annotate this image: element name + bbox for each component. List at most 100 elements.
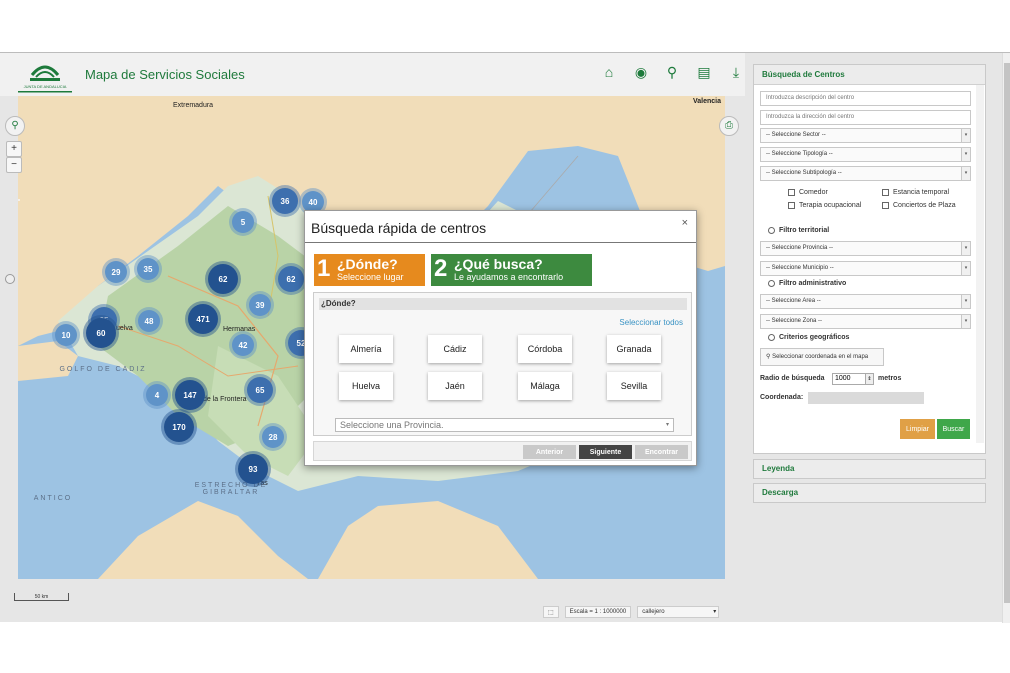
cluster-marker[interactable]: 93 (238, 454, 268, 484)
logo-text: JUNTA DE ANDALUCIA (24, 84, 67, 89)
cluster-marker[interactable]: 36 (272, 188, 298, 214)
search-icon[interactable]: ⚲ (663, 63, 681, 81)
locate-icon[interactable]: ◉ (632, 63, 650, 81)
select-tool-icon[interactable]: ⬚ (543, 606, 559, 618)
provincia-value: -- Seleccione Provincia -- (766, 245, 834, 251)
step-where[interactable]: 1 ¿Dónde? Seleccione lugar (314, 254, 425, 286)
close-icon[interactable]: × (682, 217, 688, 229)
find-button[interactable]: Encontrar (635, 445, 688, 459)
checkbox-conciertos[interactable]: Conciertos de Plaza (882, 202, 956, 209)
step-what[interactable]: 2 ¿Qué busca? Le ayudamos a encontrarlo (431, 254, 592, 286)
zoom-in-button[interactable]: + (6, 141, 22, 157)
coordinate-field[interactable] (808, 392, 924, 404)
municipio-select[interactable]: -- Seleccione Municipio -- ▾ (760, 261, 971, 276)
address-input[interactable]: Introduzca la dirección del centro (760, 110, 971, 125)
print-icon[interactable]: ⎙ (719, 116, 739, 136)
where-header: ¿Dónde? (319, 298, 687, 310)
map-search-icon[interactable]: ⚲ (5, 116, 25, 136)
description-input[interactable]: Introduzca descripción del centro (760, 91, 971, 106)
report-icon[interactable]: ▤ (695, 63, 713, 81)
home-icon[interactable]: ⌂ (600, 63, 618, 81)
search-button[interactable]: Buscar (937, 419, 970, 439)
area-value: -- Seleccione Area -- (766, 298, 821, 304)
dialog-divider (305, 242, 696, 243)
map-edge (18, 199, 20, 201)
page-scrollbar[interactable] (1002, 53, 1010, 623)
legend-accordion[interactable]: Leyenda (753, 459, 986, 479)
where-panel: ¿Dónde? Seleccionar todos Almería Cádiz … (313, 292, 692, 436)
cluster-marker[interactable]: 65 (247, 377, 273, 403)
zoom-slider-handle[interactable] (5, 274, 15, 284)
cluster-marker[interactable]: 48 (138, 310, 160, 332)
cluster-marker[interactable]: 29 (105, 261, 127, 283)
checkbox-terapia[interactable]: Terapia ocupacional (788, 202, 861, 209)
province-button[interactable]: Huelva (339, 372, 393, 400)
quick-search-dialog: Búsqueda rápida de centros × 1 ¿Dónde? S… (304, 210, 697, 466)
clear-button[interactable]: Limpiar (900, 419, 935, 439)
radio-filtro-territorial[interactable]: Filtro territorial (768, 227, 829, 234)
download-accordion[interactable]: Descarga (753, 483, 986, 503)
junta-logo: JUNTA DE ANDALUCIA (18, 65, 72, 93)
dialog-title: Búsqueda rápida de centros (311, 220, 487, 236)
cluster-marker[interactable]: 10 (55, 324, 77, 346)
subtipologia-select[interactable]: -- Seleccione Subtipología -- ▾ (760, 166, 971, 181)
province-select[interactable]: Seleccione una Provincia. ▾ (335, 418, 674, 432)
province-button[interactable]: Almería (339, 335, 393, 363)
label-frontera: de la Frontera (203, 396, 247, 403)
select-all-link[interactable]: Seleccionar todos (619, 318, 683, 327)
step-title: ¿Dónde? (337, 256, 398, 272)
chevron-down-icon: ▾ (961, 315, 970, 328)
select-coordinate-button[interactable]: ⚲ Seleccionar coordenada en el mapa (760, 348, 884, 366)
zona-select[interactable]: -- Seleccione Zona -- ▾ (760, 314, 971, 329)
radio-criterios-geograficos[interactable]: Criterios geográficos (768, 334, 849, 341)
zoom-out-button[interactable]: − (6, 157, 22, 173)
cluster-marker[interactable]: 147 (175, 380, 205, 410)
download-icon[interactable]: ⤓ (727, 63, 745, 81)
cluster-marker[interactable]: 60 (86, 318, 116, 348)
municipio-value: -- Seleccione Municipio -- (766, 265, 834, 271)
province-button[interactable]: Sevilla (607, 372, 661, 400)
province-button[interactable]: Jaén (428, 372, 482, 400)
previous-button[interactable]: Anterior (523, 445, 576, 459)
scrollbar-thumb[interactable] (1004, 63, 1010, 603)
label-huelva: uelva (116, 325, 133, 332)
select-coordinate-label: Seleccionar coordenada en el mapa (772, 354, 869, 360)
provincia-select[interactable]: -- Seleccione Provincia -- ▾ (760, 241, 971, 256)
panel-title[interactable]: Búsqueda de Centros (754, 65, 985, 85)
label-extremadura: Extremadura (173, 102, 214, 109)
cluster-marker[interactable]: 471 (188, 304, 218, 334)
cluster-marker[interactable]: 62 (208, 264, 238, 294)
step-number: 2 (434, 255, 448, 282)
checkbox-estancia[interactable]: Estancia temporal (882, 189, 949, 196)
radius-input[interactable]: 1000 ⇕ (832, 373, 874, 385)
tipologia-select[interactable]: -- Seleccione Tipología -- ▾ (760, 147, 971, 162)
cluster-marker[interactable]: 5 (232, 211, 254, 233)
cluster-marker[interactable]: 28 (262, 426, 284, 448)
panel-scrollbar[interactable] (976, 85, 984, 443)
checkbox-label: Estancia temporal (893, 189, 950, 196)
cluster-marker[interactable]: 4 (146, 384, 168, 406)
checkbox-comedor[interactable]: Comedor (788, 189, 828, 196)
next-button[interactable]: Siguiente (579, 445, 632, 459)
checkbox-label: Comedor (799, 189, 828, 196)
checkbox-label: Conciertos de Plaza (893, 202, 956, 209)
province-button[interactable]: Córdoba (518, 335, 572, 363)
province-button[interactable]: Granada (607, 335, 661, 363)
cluster-marker[interactable]: 170 (164, 412, 194, 442)
radio-label: Filtro administrativo (779, 280, 847, 287)
checkbox-box (882, 189, 889, 196)
cluster-marker[interactable]: 62 (278, 266, 304, 292)
label-valencia: Valencia (693, 98, 722, 105)
radio-filtro-administrativo[interactable]: Filtro administrativo (768, 280, 846, 287)
area-select[interactable]: -- Seleccione Area -- ▾ (760, 294, 971, 309)
cluster-marker[interactable]: 39 (249, 294, 271, 316)
sea-label-estrecho: ESTRECHO DE GIBRALTAR (194, 482, 268, 496)
cluster-marker[interactable]: 35 (137, 258, 159, 280)
province-button[interactable]: Cádiz (428, 335, 482, 363)
layer-select[interactable]: callejero ▾ (637, 606, 720, 618)
stepper-icon[interactable]: ⇕ (865, 374, 873, 384)
province-button[interactable]: Málaga (518, 372, 572, 400)
sector-select[interactable]: -- Seleccione Sector -- ▾ (760, 128, 971, 143)
cluster-marker[interactable]: 42 (232, 334, 254, 356)
province-select-placeholder: Seleccione una Provincia. (340, 420, 444, 430)
